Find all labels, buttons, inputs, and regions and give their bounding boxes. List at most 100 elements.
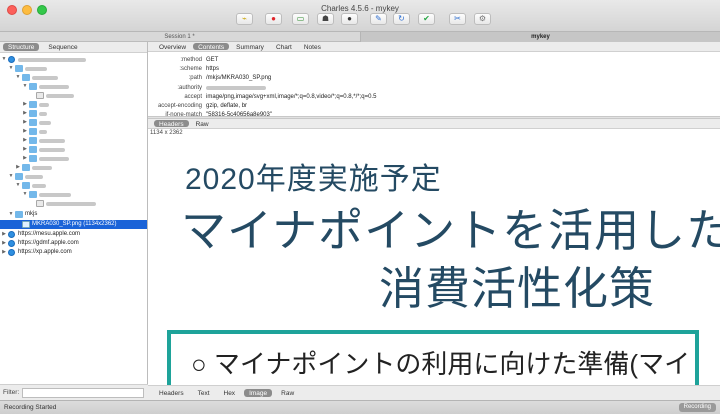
turtle-button[interactable]: ☗ (317, 13, 334, 25)
check-button[interactable]: ✔ (418, 13, 435, 25)
stop-button[interactable]: ● (341, 13, 358, 25)
filter-input[interactable] (22, 388, 144, 398)
disclosure-down-icon[interactable]: ▼ (22, 82, 28, 91)
tree-row[interactable]: ▶ (0, 127, 147, 136)
tree-row-host[interactable]: ▶ https://xp.apple.com (0, 248, 147, 257)
folder-icon (15, 173, 23, 180)
tab-notes[interactable]: Notes (299, 43, 326, 51)
tab-body-image[interactable]: Image (244, 389, 273, 397)
tree-row-selected-image[interactable]: MKRA030_SP.png (1134x2362) (0, 220, 147, 229)
redacted-folder (39, 120, 51, 125)
tree-row[interactable] (0, 199, 147, 208)
disclosure-right-icon[interactable]: ▶ (15, 163, 21, 172)
disclosure-right-icon[interactable]: ▶ (1, 239, 7, 248)
image-dimensions: 1134 x 2362 (150, 130, 183, 136)
tree-row[interactable]: ▶ (0, 145, 147, 154)
disclosure-down-icon[interactable]: ▼ (1, 55, 7, 64)
folder-icon (29, 137, 37, 144)
tab-contents[interactable]: Contents (193, 43, 230, 51)
disclosure-down-icon[interactable]: ▼ (8, 210, 14, 219)
tree-row[interactable]: ▶ (0, 109, 147, 118)
refresh-button[interactable]: ↻ (393, 13, 410, 25)
disclosure-right-icon[interactable]: ▶ (22, 109, 28, 118)
header-key: :authority (177, 84, 202, 91)
tools-button[interactable]: ✂ (449, 13, 466, 25)
tree-row[interactable]: ▼ (0, 181, 147, 190)
host-tree: ▼ ▼ ▼ ▼ ▶ ▶ ▶ ▶ ▶ ▶ ▶ ▶ ▼ ▼ ▼ ▼ mkjs MKR… (0, 53, 147, 383)
disclosure-right-icon[interactable]: ▶ (22, 136, 28, 145)
tab-structure[interactable]: Structure (3, 43, 40, 51)
preview-bullet-box: ○ マイナポイントの利用に向けた準備(マイ (167, 330, 699, 385)
tree-row-mkjs[interactable]: ▼ mkjs (0, 210, 147, 219)
disclosure-down-icon[interactable]: ▼ (22, 190, 28, 199)
header-row[interactable]: :scheme https (148, 65, 720, 74)
folder-icon (29, 128, 37, 135)
tree-row[interactable] (0, 91, 147, 100)
throttle-icon: ▭ (296, 14, 305, 23)
gear-button[interactable]: ⚙ (474, 13, 491, 25)
window-title: Charles 4.5.6 - mykey (321, 4, 399, 13)
tree-row[interactable]: ▶ (0, 100, 147, 109)
globe-icon (8, 249, 15, 256)
tab-body-raw[interactable]: Raw (276, 389, 299, 397)
redacted-folder (39, 138, 65, 143)
folder-icon (29, 101, 37, 108)
header-row[interactable]: accept-encoding gzip, deflate, br (148, 102, 720, 111)
tab-body-text[interactable]: Text (193, 389, 215, 397)
header-row[interactable]: accept image/png,image/svg+xml,image/*;q=… (148, 93, 720, 102)
tree-row[interactable]: ▼ (0, 55, 147, 64)
header-key: accept (184, 93, 202, 100)
disclosure-right-icon[interactable]: ▶ (22, 118, 28, 127)
preview-line-2: マイナポイントを活用した (181, 205, 720, 256)
tree-row[interactable]: ▼ (0, 82, 147, 91)
tree-row[interactable]: ▶ (0, 118, 147, 127)
tree-row[interactable]: ▼ (0, 172, 147, 181)
tab-session-1[interactable]: Session 1 * (0, 32, 359, 42)
throttle-button[interactable]: ▭ (292, 13, 309, 25)
tree-row[interactable]: ▶ (0, 154, 147, 163)
header-row[interactable]: :method GET (148, 56, 720, 65)
disclosure-down-icon[interactable]: ▼ (8, 64, 14, 73)
tree-row[interactable]: ▼ (0, 190, 147, 199)
refresh-icon: ↻ (398, 14, 405, 23)
header-value: https (206, 66, 220, 73)
record-button[interactable]: ● (265, 13, 282, 25)
title-bar: Charles 4.5.6 - mykey ⌁ ● ▭ ☗ ● ✎ ↻ ✔ ✂ ⚙ (0, 0, 720, 32)
tab-response-raw[interactable]: Raw (191, 120, 214, 128)
redacted-folder (39, 156, 69, 161)
structure-pane: Structure Sequence ▼ ▼ ▼ ▼ ▶ ▶ ▶ ▶ ▶ ▶ ▶… (0, 42, 148, 400)
disclosure-down-icon[interactable]: ▼ (15, 73, 21, 82)
header-row[interactable]: :path/mkjs/MKRA030_SP.png (148, 74, 720, 83)
folder-icon (29, 110, 37, 117)
folder-icon (29, 155, 37, 162)
tab-body-hex[interactable]: Hex (219, 389, 241, 397)
disclosure-down-icon[interactable]: ▼ (15, 181, 21, 190)
disclosure-right-icon[interactable]: ▶ (1, 230, 7, 239)
tab-mykey[interactable]: mykey (360, 32, 720, 42)
tree-row[interactable]: ▼ (0, 64, 147, 73)
tree-row[interactable]: ▼ (0, 73, 147, 82)
header-value: /mkjs/MKRA030_SP.png (206, 75, 272, 82)
disclosure-right-icon[interactable]: ▶ (22, 100, 28, 109)
header-value: gzip, deflate, br (206, 103, 248, 109)
disclosure-right-icon[interactable]: ▶ (22, 127, 28, 136)
tab-sequence[interactable]: Sequence (43, 43, 82, 51)
tab-overview[interactable]: Overview (154, 43, 191, 51)
tree-row-host[interactable]: ▶ https://gdmf.apple.com (0, 239, 147, 248)
tab-body-headers[interactable]: Headers (154, 389, 189, 397)
tree-row[interactable]: ▶ (0, 136, 147, 145)
tab-summary[interactable]: Summary (231, 43, 269, 51)
recording-button[interactable]: Recording (678, 403, 716, 412)
broom-button[interactable]: ⌁ (236, 13, 253, 25)
header-row[interactable]: :authority (148, 84, 720, 93)
tree-row[interactable]: ▶ (0, 163, 147, 172)
tree-row-host[interactable]: ▶ https://mesu.apple.com (0, 230, 147, 239)
pen-button[interactable]: ✎ (370, 13, 387, 25)
tab-response-headers[interactable]: Headers (154, 120, 189, 128)
disclosure-right-icon[interactable]: ▶ (22, 145, 28, 154)
disclosure-down-icon[interactable]: ▼ (8, 172, 14, 181)
disclosure-right-icon[interactable]: ▶ (1, 248, 7, 257)
disclosure-right-icon[interactable]: ▶ (22, 154, 28, 163)
folder-icon (22, 164, 30, 171)
tab-chart[interactable]: Chart (271, 43, 297, 51)
